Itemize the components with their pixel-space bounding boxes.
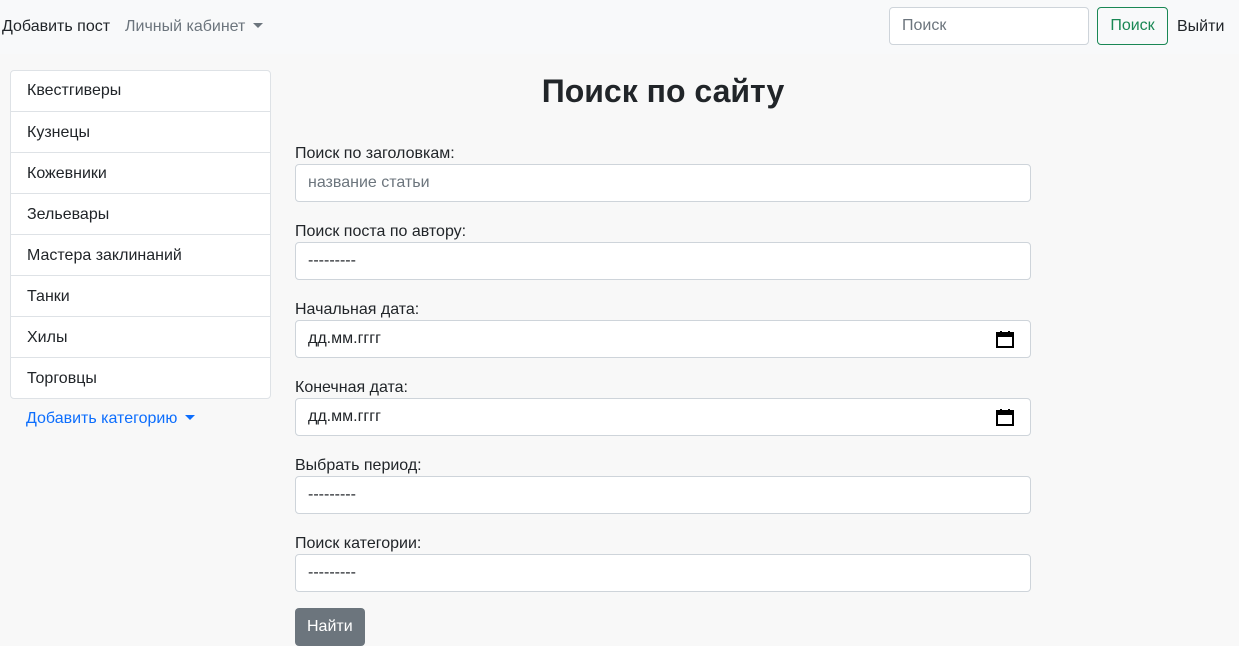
end-date-input[interactable]: дд.мм.гггг: [295, 398, 1031, 436]
sidebar-item-blacksmiths[interactable]: Кузнецы: [11, 111, 270, 152]
search-button[interactable]: Поиск: [1097, 7, 1168, 45]
navbar: Добавить пост Личный кабинет Поиск Выйти: [0, 0, 1239, 54]
title-search-label: Поиск по заголовкам:: [295, 145, 455, 162]
cabinet-dropdown-label: Личный кабинет: [125, 18, 246, 35]
submit-button[interactable]: Найти: [295, 608, 365, 646]
caret-down-icon: [185, 415, 196, 420]
logout-link[interactable]: Выйти: [1177, 17, 1224, 37]
category-select-value: ---------: [308, 564, 356, 581]
author-select-value: ---------: [308, 252, 356, 269]
title-search-input[interactable]: [295, 164, 1031, 202]
start-date-label: Начальная дата:: [295, 301, 420, 318]
start-date-input[interactable]: дд.мм.гггг: [295, 320, 1031, 358]
cabinet-dropdown[interactable]: Личный кабинет: [125, 17, 264, 37]
sidebar-item-alchemists[interactable]: Зельевары: [11, 193, 270, 234]
category-label: Поиск категории:: [295, 535, 422, 552]
end-date-label: Конечная дата:: [295, 379, 408, 396]
author-select[interactable]: ---------: [295, 242, 1031, 280]
calendar-icon[interactable]: [996, 331, 1014, 348]
author-label: Поиск поста по автору:: [295, 223, 467, 240]
period-label: Выбрать период:: [295, 457, 422, 474]
period-select-value: ---------: [308, 486, 356, 503]
sidebar-item-questgivers[interactable]: Квестгиверы: [11, 71, 270, 111]
search-input[interactable]: [889, 7, 1089, 45]
category-select[interactable]: ---------: [295, 554, 1031, 592]
end-date-value: дд.мм.гггг: [308, 408, 381, 425]
add-category-dropdown[interactable]: Добавить категорию: [26, 410, 196, 428]
category-list: Квестгиверы Кузнецы Кожевники Зельевары …: [10, 70, 271, 399]
page-title: Поиск по сайту: [541, 73, 785, 109]
caret-down-icon: [253, 23, 264, 28]
calendar-icon[interactable]: [996, 409, 1014, 426]
add-post-link[interactable]: Добавить пост: [2, 17, 110, 37]
sidebar-item-tanks[interactable]: Танки: [11, 275, 270, 316]
sidebar-item-healers[interactable]: Хилы: [11, 316, 270, 357]
start-date-value: дд.мм.гггг: [308, 330, 381, 347]
sidebar-item-traders[interactable]: Торговцы: [11, 357, 270, 398]
period-select[interactable]: ---------: [295, 476, 1031, 514]
add-category-label: Добавить категорию: [26, 410, 178, 427]
sidebar-item-spellmasters[interactable]: Мастера заклинаний: [11, 234, 270, 275]
sidebar-item-leatherworkers[interactable]: Кожевники: [11, 152, 270, 193]
